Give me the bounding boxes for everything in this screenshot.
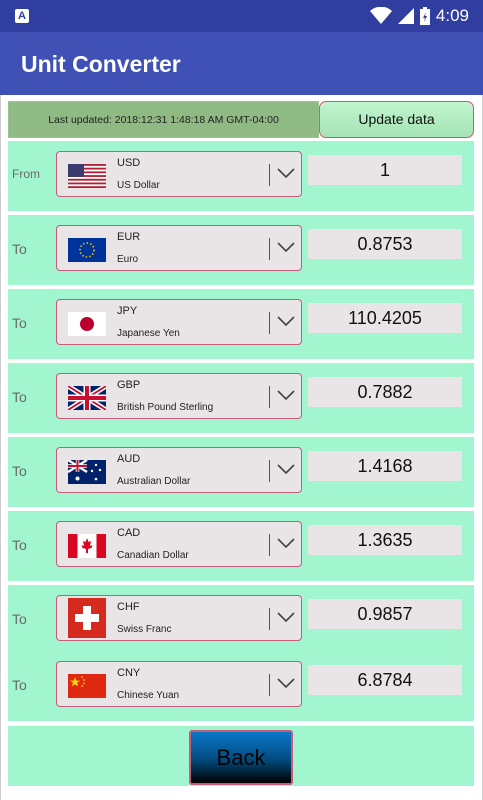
row-label: To <box>12 611 27 627</box>
currency-row-jpy: To JPY Japanese Yen 110.4205 <box>8 289 474 359</box>
spinner-divider <box>269 534 270 556</box>
converted-value-cad: 1.3635 <box>308 525 462 555</box>
currency-code: GBP <box>117 379 141 391</box>
currency-name: Chinese Yuan <box>117 690 180 701</box>
currency-name: Japanese Yen <box>117 328 180 339</box>
currency-row-eur: To EUR Euro 0.8753 <box>8 215 474 285</box>
au-flag-icon <box>68 460 106 484</box>
last-updated-text: Last updated: 2018:12:31 1:48:18 AM GMT-… <box>8 101 319 138</box>
row-label: To <box>12 241 27 257</box>
converted-value-aud: 1.4168 <box>308 451 462 481</box>
back-row: Back <box>8 726 474 786</box>
converted-value-cny: 6.8784 <box>308 665 462 695</box>
spinner-divider <box>269 608 270 630</box>
spinner-divider <box>269 238 270 260</box>
row-label: To <box>12 463 27 479</box>
wifi-icon <box>369 7 392 24</box>
status-time: 4:09 <box>435 6 469 25</box>
currency-row-cny: To CNY Chinese Yuan 6.8784 <box>8 651 474 721</box>
currency-code: CNY <box>117 667 141 679</box>
ca-flag-icon <box>68 534 106 558</box>
currency-spinner-usd[interactable]: USD US Dollar <box>56 151 302 197</box>
currency-spinner-chf[interactable]: CHF Swiss Franc <box>56 595 302 641</box>
currency-name: US Dollar <box>117 180 160 191</box>
spinner-divider <box>269 386 270 408</box>
app-title: Unit Converter <box>21 51 181 77</box>
currency-name: Australian Dollar <box>117 476 191 487</box>
chevron-down-icon <box>277 464 295 475</box>
currency-spinner-aud[interactable]: AUD Australian Dollar <box>56 447 302 493</box>
currency-name: Euro <box>117 254 139 265</box>
row-label: To <box>12 389 27 405</box>
jp-flag-icon <box>68 312 106 336</box>
row-label: To <box>12 677 27 693</box>
currency-code: USD <box>117 157 141 169</box>
spinner-divider <box>269 164 270 186</box>
update-data-button[interactable]: Update data <box>319 101 474 138</box>
currency-row-cad: To CAD Canadian Dollar 1.3635 <box>8 511 474 581</box>
spinner-divider <box>269 674 270 696</box>
app-bar: Unit Converter <box>0 32 483 95</box>
currency-row-gbp: To GBP British Pound Sterling 0.7882 <box>8 363 474 433</box>
currency-spinner-cad[interactable]: CAD Canadian Dollar <box>56 521 302 567</box>
currency-code: CAD <box>117 527 141 539</box>
status-bar: A 4:09 <box>0 0 483 32</box>
top-row: Last updated: 2018:12:31 1:48:18 AM GMT-… <box>8 101 474 138</box>
chevron-down-icon <box>277 390 295 401</box>
currency-spinner-cny[interactable]: CNY Chinese Yuan <box>56 661 302 707</box>
currency-code: EUR <box>117 231 141 243</box>
converted-value-gbp: 0.7882 <box>308 377 462 407</box>
amount-input-usd[interactable]: 1 <box>308 155 462 185</box>
currency-spinner-eur[interactable]: EUR Euro <box>56 225 302 271</box>
row-label: To <box>12 537 27 553</box>
chevron-down-icon <box>277 242 295 253</box>
currency-row-usd: From USD US Dollar 1 <box>8 141 474 211</box>
chevron-down-icon <box>277 168 295 179</box>
currency-spinner-jpy[interactable]: JPY Japanese Yen <box>56 299 302 345</box>
currency-name: British Pound Sterling <box>117 402 214 413</box>
chevron-down-icon <box>277 316 295 327</box>
cellular-signal-icon <box>397 8 414 24</box>
currency-code: CHF <box>117 601 140 613</box>
chevron-down-icon <box>277 612 295 623</box>
currency-row-chf: To CHF Swiss Franc 0.9857 <box>8 585 474 655</box>
us-flag-icon <box>68 164 106 188</box>
currency-name: Swiss Franc <box>117 624 172 635</box>
currency-code: JPY <box>117 305 138 317</box>
chevron-down-icon <box>277 678 295 689</box>
row-label: From <box>12 167 40 181</box>
currency-spinner-gbp[interactable]: GBP British Pound Sterling <box>56 373 302 419</box>
converter-content: Last updated: 2018:12:31 1:48:18 AM GMT-… <box>0 95 483 800</box>
currency-code: AUD <box>117 453 141 465</box>
cn-flag-icon <box>68 674 106 698</box>
gb-flag-icon <box>68 386 106 410</box>
converted-value-jpy: 110.4205 <box>308 303 462 333</box>
eu-flag-icon <box>68 238 106 262</box>
status-icons: 4:09 <box>369 6 469 26</box>
back-button[interactable]: Back <box>189 730 293 785</box>
battery-charging-icon <box>419 7 430 25</box>
row-label: To <box>12 315 27 331</box>
currency-row-aud: To AUD Australian Dollar 1.4168 <box>8 437 474 507</box>
currency-name: Canadian Dollar <box>117 550 189 561</box>
spinner-divider <box>269 312 270 334</box>
converted-value-chf: 0.9857 <box>308 599 462 629</box>
ch-flag-icon <box>68 598 106 638</box>
chevron-down-icon <box>277 538 295 549</box>
notification-icon: A <box>15 9 29 23</box>
converted-value-eur: 0.8753 <box>308 229 462 259</box>
spinner-divider <box>269 460 270 482</box>
